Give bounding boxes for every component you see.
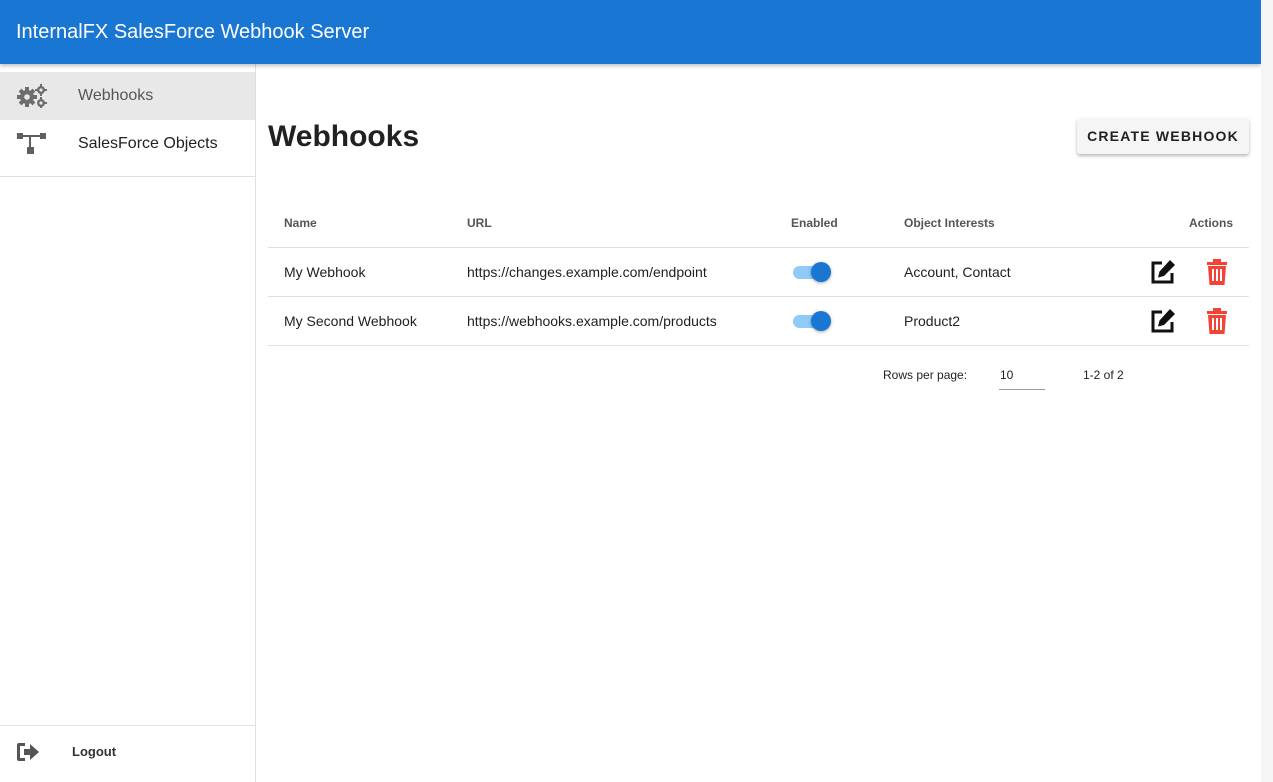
table-pagination: Rows per page: 10 1-2 of 2	[268, 360, 1249, 390]
sidebar-item-webhooks[interactable]: Webhooks	[0, 72, 255, 120]
toggle-thumb	[811, 261, 831, 282]
webhooks-table: Name URL Enabled Object Interests Action…	[268, 200, 1249, 346]
create-webhook-button[interactable]: CREATE WEBHOOK	[1077, 118, 1249, 154]
object-interests: Account, Contact	[888, 247, 1108, 297]
column-header-actions: Actions	[1108, 200, 1249, 248]
webhook-name: My Second Webhook	[268, 296, 451, 346]
rows-per-page-select[interactable]: 10	[999, 362, 1045, 390]
sidebar-divider	[0, 176, 255, 177]
sidebar-item-label: Webhooks	[78, 87, 154, 104]
enabled-cell	[775, 296, 888, 346]
rows-per-page-label: Rows per page:	[883, 368, 968, 382]
actions-cell	[1108, 247, 1249, 297]
sidebar: Webhooks SalesForce Objects Logout	[0, 64, 256, 782]
scrollbar-track[interactable]	[1261, 0, 1273, 782]
enabled-toggle[interactable]	[791, 261, 831, 283]
app-title: InternalFX SalesForce Webhook Server	[16, 21, 370, 43]
object-interests: Product2	[888, 296, 1108, 346]
sign-out-icon	[16, 741, 42, 763]
table-header-row: Name URL Enabled Object Interests Action…	[268, 200, 1249, 248]
edit-icon[interactable]	[1149, 258, 1177, 286]
enabled-toggle[interactable]	[791, 310, 831, 332]
webhook-url: https://webhooks.example.com/products	[451, 296, 775, 346]
trash-icon[interactable]	[1203, 258, 1231, 286]
webhook-url: https://changes.example.com/endpoint	[451, 247, 775, 297]
table-row: My Webhook https://changes.example.com/e…	[268, 247, 1249, 297]
main-content: Webhooks CREATE WEBHOOK Name URL Enabled…	[256, 64, 1261, 782]
column-header-name[interactable]: Name	[268, 200, 451, 248]
page-range: 1-2 of 2	[1083, 368, 1124, 382]
sidebar-nav: Webhooks SalesForce Objects	[0, 72, 255, 168]
column-header-url[interactable]: URL	[451, 200, 775, 248]
page-title: Webhooks	[268, 120, 420, 153]
app-bar: InternalFX SalesForce Webhook Server	[0, 0, 1261, 64]
logout-button[interactable]: Logout	[0, 725, 255, 782]
column-header-object-interests[interactable]: Object Interests	[888, 200, 1108, 248]
sitemap-icon	[16, 132, 48, 156]
trash-icon[interactable]	[1203, 307, 1231, 335]
column-header-enabled[interactable]: Enabled	[775, 200, 888, 248]
sidebar-item-salesforce-objects[interactable]: SalesForce Objects	[0, 120, 255, 168]
sidebar-item-label: SalesForce Objects	[78, 135, 218, 152]
enabled-cell	[775, 247, 888, 297]
actions-cell	[1108, 296, 1249, 346]
rows-per-page-value: 10	[1000, 368, 1014, 382]
gears-icon	[16, 84, 48, 108]
toggle-thumb	[811, 310, 831, 331]
logout-label: Logout	[72, 744, 117, 759]
table-row: My Second Webhook https://webhooks.examp…	[268, 296, 1249, 346]
edit-icon[interactable]	[1149, 307, 1177, 335]
webhook-name: My Webhook	[268, 247, 451, 297]
